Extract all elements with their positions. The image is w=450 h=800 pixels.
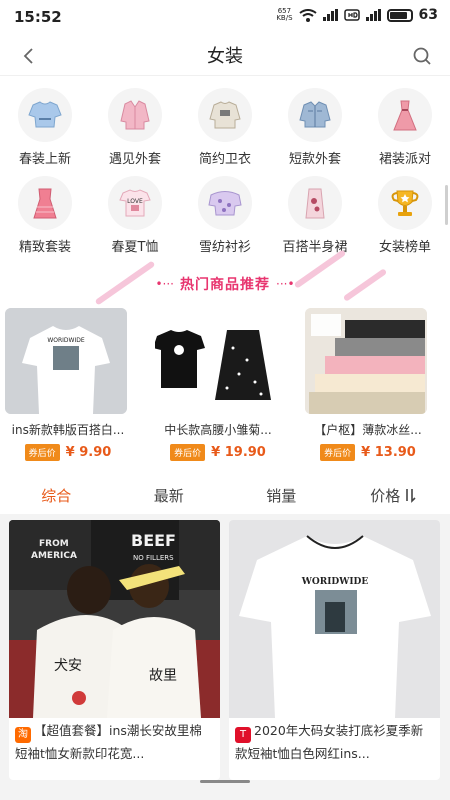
tmall-icon: T	[235, 727, 251, 743]
product-title: T 2020年大码女装打底衫夏季新款短袖t恤白色网红ins...	[235, 723, 424, 761]
search-icon	[413, 47, 431, 65]
signal-icon	[322, 9, 338, 21]
tab-price[interactable]: 价格	[338, 476, 450, 514]
sort-arrows-icon	[406, 489, 416, 503]
search-button[interactable]	[408, 42, 436, 70]
page-title: 女装	[207, 45, 243, 67]
product-card[interactable]: WORIDWIDE T 2020年大码女装打底衫夏季新款短袖t恤白色网红ins..…	[229, 520, 440, 780]
back-button[interactable]	[14, 42, 42, 70]
category-item[interactable]: 短款外套	[270, 84, 360, 172]
svg-text:WORIDWIDE: WORIDWIDE	[47, 337, 85, 344]
svg-text:AMERICA: AMERICA	[31, 551, 77, 561]
status-time: 15:52	[14, 8, 62, 26]
chiffon-shirt-icon	[198, 176, 252, 230]
scrollbar[interactable]	[445, 185, 448, 225]
decor-stripe	[94, 260, 156, 306]
recommended-row: WORIDWIDE ins新款韩版百搭白... 券后价 ¥ 9.90 中长款高腰…	[0, 308, 450, 468]
category-item[interactable]: 精致套装	[0, 172, 90, 260]
category-item[interactable]: 百搭半身裙	[270, 172, 360, 260]
denim-jacket-icon	[288, 88, 342, 142]
product-name: ins新款韩版百搭白...	[11, 423, 125, 437]
tab-newest[interactable]: 最新	[113, 476, 226, 514]
battery-level: 63	[418, 7, 438, 23]
price: ¥ 13.90	[361, 445, 416, 460]
price-row: 券后价 ¥ 9.90	[5, 444, 131, 461]
coat-icon	[108, 88, 162, 142]
hd-icon	[343, 9, 360, 21]
svg-text:BEEF: BEEF	[131, 531, 176, 550]
recommended-card[interactable]: 【户枢】薄款冰丝... 券后价 ¥ 13.90	[305, 308, 431, 461]
price-row: 券后价 ¥ 19.90	[155, 444, 281, 461]
svg-text:故里: 故里	[149, 668, 177, 684]
product-card[interactable]: FROM AMERICA BEEF NO FILLERS 犬安 故里 淘【超值套…	[9, 520, 220, 780]
wifi-icon	[298, 8, 317, 22]
tab-comprehensive[interactable]: 综合	[0, 476, 113, 514]
product-name: 【户枢】薄款冰丝...	[314, 423, 422, 437]
hoodie-icon	[198, 88, 252, 142]
battery-icon	[386, 8, 413, 22]
decor-dots-right: ···•	[276, 277, 295, 291]
signal-icon-2	[365, 9, 381, 21]
pink-dress-icon	[18, 176, 72, 230]
decor-dots-left: •···	[155, 277, 174, 291]
price-row: 券后价 ¥ 13.90	[305, 444, 431, 461]
svg-text:犬安: 犬安	[54, 658, 82, 674]
coupon-badge: 券后价	[24, 444, 60, 461]
category-item[interactable]: 女装榜单	[360, 172, 450, 260]
taobao-icon: 淘	[15, 727, 31, 743]
price: ¥ 19.90	[211, 445, 266, 460]
dress-icon	[378, 88, 432, 142]
coupon-badge: 券后价	[320, 444, 356, 461]
price: ¥ 9.90	[65, 445, 112, 460]
hot-section-header: •··· 热门商品推荐 ···•	[0, 249, 450, 306]
category-item[interactable]: 雪纺衬衫	[180, 172, 270, 260]
decor-stripe	[342, 268, 388, 302]
chevron-left-icon	[23, 48, 33, 64]
coupon-badge: 券后价	[170, 444, 206, 461]
recommended-card[interactable]: 中长款高腰小雏菊... 券后价 ¥ 19.90	[155, 308, 281, 461]
tshirt-icon: LOVE	[108, 176, 162, 230]
svg-text:FROM: FROM	[39, 539, 69, 549]
status-bar: 15:52 657 KB/S 63	[0, 0, 450, 34]
product-image: FROM AMERICA BEEF NO FILLERS 犬安 故里	[9, 520, 220, 718]
category-grid: 春装上新 遇见外套 简约卫衣 短款外套 裙装派对 精致套装 LOVE 春夏T恤	[0, 84, 450, 255]
product-image	[155, 308, 277, 414]
product-title: 淘【超值套餐】ins潮长安故里棉短袖t恤女新款印花宽...	[15, 723, 202, 761]
product-grid: FROM AMERICA BEEF NO FILLERS 犬安 故里 淘【超值套…	[0, 514, 450, 800]
skirt-icon	[288, 176, 342, 230]
category-item[interactable]: LOVE 春夏T恤	[90, 172, 180, 260]
svg-text:WORIDWIDE: WORIDWIDE	[301, 577, 369, 587]
category-item[interactable]: 春装上新	[0, 84, 90, 172]
recommended-card[interactable]: WORIDWIDE ins新款韩版百搭白... 券后价 ¥ 9.90	[5, 308, 131, 461]
net-speed: 657 KB/S	[276, 7, 293, 22]
category-item[interactable]: 简约卫衣	[180, 84, 270, 172]
trophy-icon	[378, 176, 432, 230]
product-name: 中长款高腰小雏菊...	[164, 423, 272, 437]
home-indicator[interactable]	[200, 780, 250, 783]
sort-tabs: 综合 最新 销量 价格	[0, 476, 450, 514]
status-icons: 657 KB/S 63	[276, 7, 438, 23]
product-image: WORIDWIDE	[5, 308, 127, 414]
category-item[interactable]: 裙装派对	[360, 84, 450, 172]
product-image	[305, 308, 427, 414]
hot-section-title: 热门商品推荐	[180, 277, 270, 293]
svg-text:LOVE: LOVE	[127, 198, 143, 205]
product-image: WORIDWIDE	[229, 520, 440, 718]
svg-text:NO FILLERS: NO FILLERS	[133, 554, 174, 562]
tab-sales[interactable]: 销量	[225, 476, 338, 514]
nav-bar: 女装	[0, 34, 450, 76]
category-item[interactable]: 遇见外套	[90, 84, 180, 172]
blouse-icon	[18, 88, 72, 142]
